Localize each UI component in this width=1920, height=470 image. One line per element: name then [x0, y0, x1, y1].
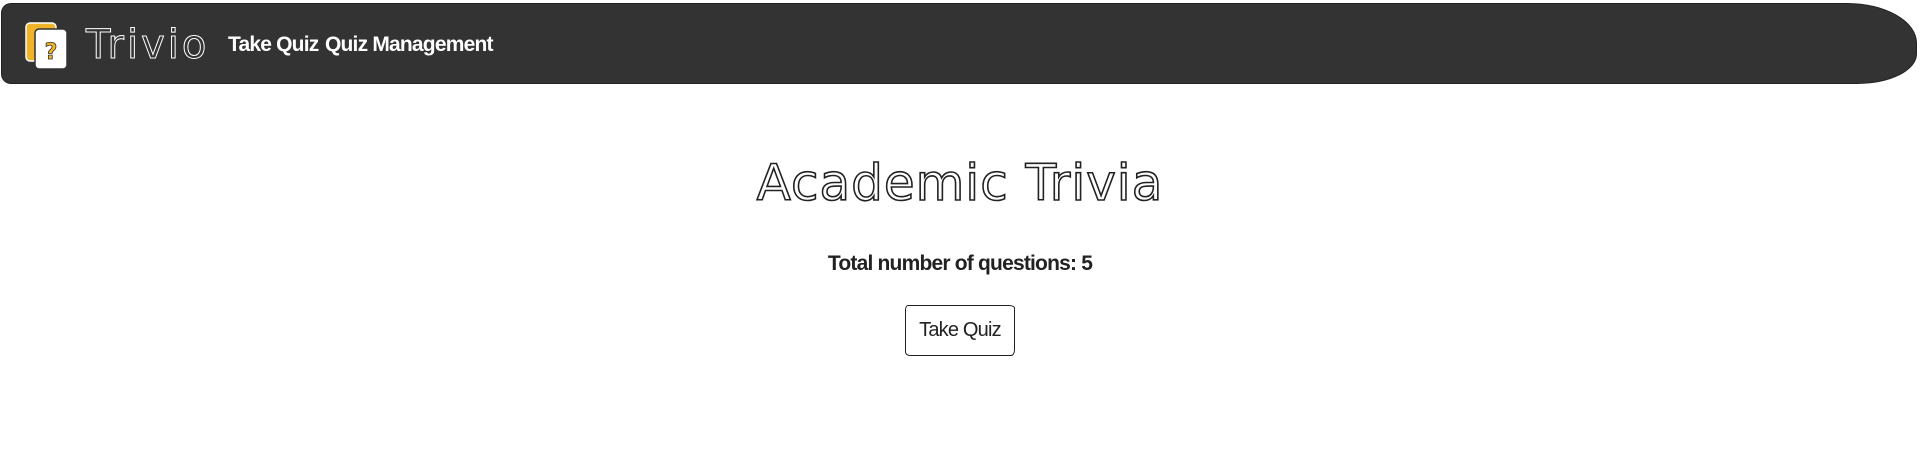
- nav-link-take-quiz[interactable]: Take Quiz: [228, 31, 319, 59]
- page-title: Academic Trivia: [756, 153, 1164, 213]
- take-quiz-button[interactable]: Take Quiz: [905, 305, 1015, 356]
- question-cards-icon[interactable]: ?: [24, 19, 72, 71]
- brand-name[interactable]: Trivio: [85, 17, 209, 73]
- question-count-value: 5: [1081, 252, 1093, 275]
- question-count: Total number of questions: 5: [0, 250, 1920, 278]
- nav-link-quiz-management[interactable]: Quiz Management: [325, 31, 494, 59]
- navbar: ? Trivio Take Quiz Quiz Management: [1, 3, 1917, 84]
- question-count-label: Total number of questions:: [827, 252, 1077, 275]
- svg-text:?: ?: [45, 40, 58, 65]
